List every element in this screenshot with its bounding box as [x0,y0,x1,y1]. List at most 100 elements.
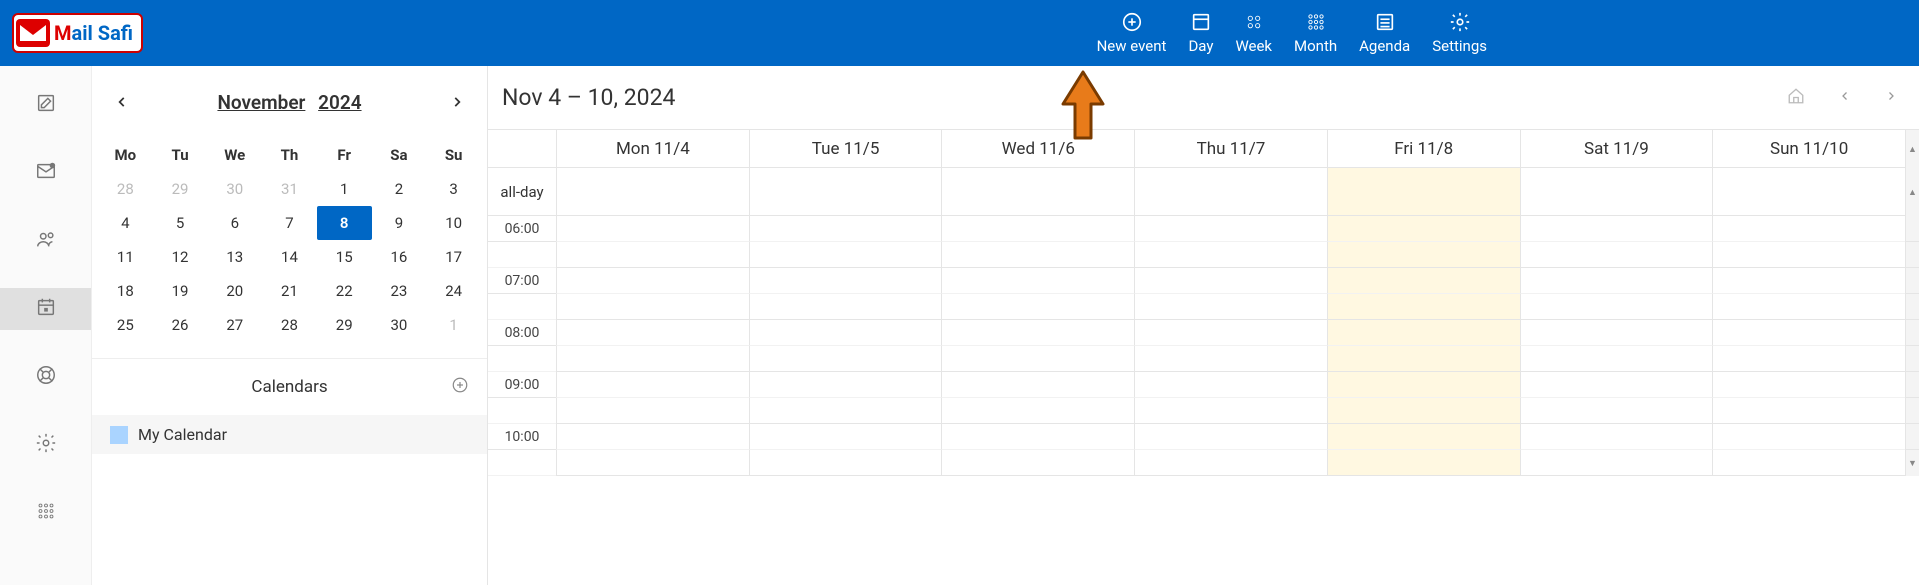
time-slot[interactable] [1520,242,1713,268]
scrollbar-track[interactable] [1905,372,1919,398]
mini-prev-button[interactable] [104,84,140,120]
time-slot[interactable] [1327,346,1520,372]
time-slot[interactable] [1712,216,1905,242]
time-slot[interactable] [1134,346,1327,372]
time-slot[interactable] [1134,242,1327,268]
scrollbar-track[interactable] [1905,216,1919,242]
rail-compose[interactable] [0,84,91,126]
day-header[interactable]: Sat 11/9 [1520,130,1713,168]
app-logo[interactable]: Mail Safi [12,13,143,53]
time-slot[interactable] [556,242,749,268]
mini-day[interactable]: 24 [426,274,481,308]
time-slot[interactable] [749,320,942,346]
mini-day[interactable]: 1 [426,308,481,342]
time-slot[interactable] [556,398,749,424]
time-slot[interactable] [1327,372,1520,398]
time-slot[interactable] [1712,242,1905,268]
mini-day[interactable]: 31 [262,172,317,206]
time-slot[interactable] [1134,450,1327,476]
scroll-down-button[interactable]: ▼ [1905,450,1919,476]
time-slot[interactable] [556,294,749,320]
scrollbar-track[interactable] [1905,294,1919,320]
time-slot[interactable] [1327,320,1520,346]
time-slot[interactable] [1327,242,1520,268]
mini-day[interactable]: 29 [153,172,208,206]
mini-day[interactable]: 29 [317,308,372,342]
mini-day[interactable]: 9 [372,206,427,240]
allday-cell[interactable] [941,168,1134,216]
mini-day[interactable]: 28 [98,172,153,206]
mini-day[interactable]: 1 [317,172,372,206]
time-slot[interactable] [1520,346,1713,372]
mini-day[interactable]: 5 [153,206,208,240]
day-header[interactable]: Thu 11/7 [1134,130,1327,168]
mini-day[interactable]: 28 [262,308,317,342]
day-header[interactable]: Tue 11/5 [749,130,942,168]
time-slot[interactable] [1712,424,1905,450]
mini-day[interactable]: 25 [98,308,153,342]
time-slot[interactable] [1134,268,1327,294]
mini-day[interactable]: 27 [207,308,262,342]
time-slot[interactable] [1712,320,1905,346]
time-slot[interactable] [556,424,749,450]
time-slot[interactable] [749,242,942,268]
allday-cell[interactable] [1134,168,1327,216]
allday-cell[interactable] [749,168,942,216]
scrollbar-track[interactable] [1905,242,1919,268]
mini-day[interactable]: 18 [98,274,153,308]
mini-day[interactable]: 17 [426,240,481,274]
time-slot[interactable] [1134,424,1327,450]
calendar-item[interactable]: My Calendar [92,415,487,454]
mini-day[interactable]: 19 [153,274,208,308]
time-slot[interactable] [749,216,942,242]
mini-day[interactable]: 30 [207,172,262,206]
time-slot[interactable] [749,398,942,424]
mini-day[interactable]: 10 [426,206,481,240]
home-icon[interactable] [1787,87,1805,109]
mini-month-link[interactable]: November [217,91,305,114]
allday-cell[interactable] [1712,168,1905,216]
mini-day[interactable]: 26 [153,308,208,342]
rail-contacts[interactable] [0,220,91,262]
time-slot[interactable] [1520,294,1713,320]
time-slot[interactable] [556,216,749,242]
rail-settings[interactable] [0,424,91,466]
time-slot[interactable] [749,424,942,450]
time-slot[interactable] [556,346,749,372]
time-slot[interactable] [941,242,1134,268]
time-slot[interactable] [1520,320,1713,346]
day-header[interactable]: Fri 11/8 [1327,130,1520,168]
rail-mail[interactable] [0,152,91,194]
allday-cell[interactable] [556,168,749,216]
scrollbar-track[interactable] [1905,424,1919,450]
time-slot[interactable] [1134,372,1327,398]
time-slot[interactable] [1327,268,1520,294]
scrollbar-track[interactable] [1905,346,1919,372]
main-prev-button[interactable] [1839,90,1851,106]
time-slot[interactable] [1712,398,1905,424]
time-slot[interactable] [1520,450,1713,476]
time-slot[interactable] [1134,216,1327,242]
mini-year-link[interactable]: 2024 [318,91,361,114]
time-slot[interactable] [1712,268,1905,294]
scrollbar-track[interactable] [1905,268,1919,294]
time-slot[interactable] [1327,398,1520,424]
nav-settings[interactable]: Settings [1432,11,1487,55]
time-slot[interactable] [1712,346,1905,372]
rail-apps[interactable] [0,492,91,534]
time-slot[interactable] [1520,268,1713,294]
time-slot[interactable] [1134,320,1327,346]
time-slot[interactable] [1327,424,1520,450]
mini-day[interactable]: 14 [262,240,317,274]
time-slot[interactable] [556,450,749,476]
nav-agenda[interactable]: Agenda [1359,11,1410,55]
mini-day[interactable]: 12 [153,240,208,274]
day-header[interactable]: Mon 11/4 [556,130,749,168]
time-slot[interactable] [941,268,1134,294]
time-slot[interactable] [556,320,749,346]
mini-day[interactable]: 23 [372,274,427,308]
time-slot[interactable] [1327,450,1520,476]
time-slot[interactable] [941,320,1134,346]
mini-day[interactable]: 8 [317,206,372,240]
mini-day[interactable]: 15 [317,240,372,274]
